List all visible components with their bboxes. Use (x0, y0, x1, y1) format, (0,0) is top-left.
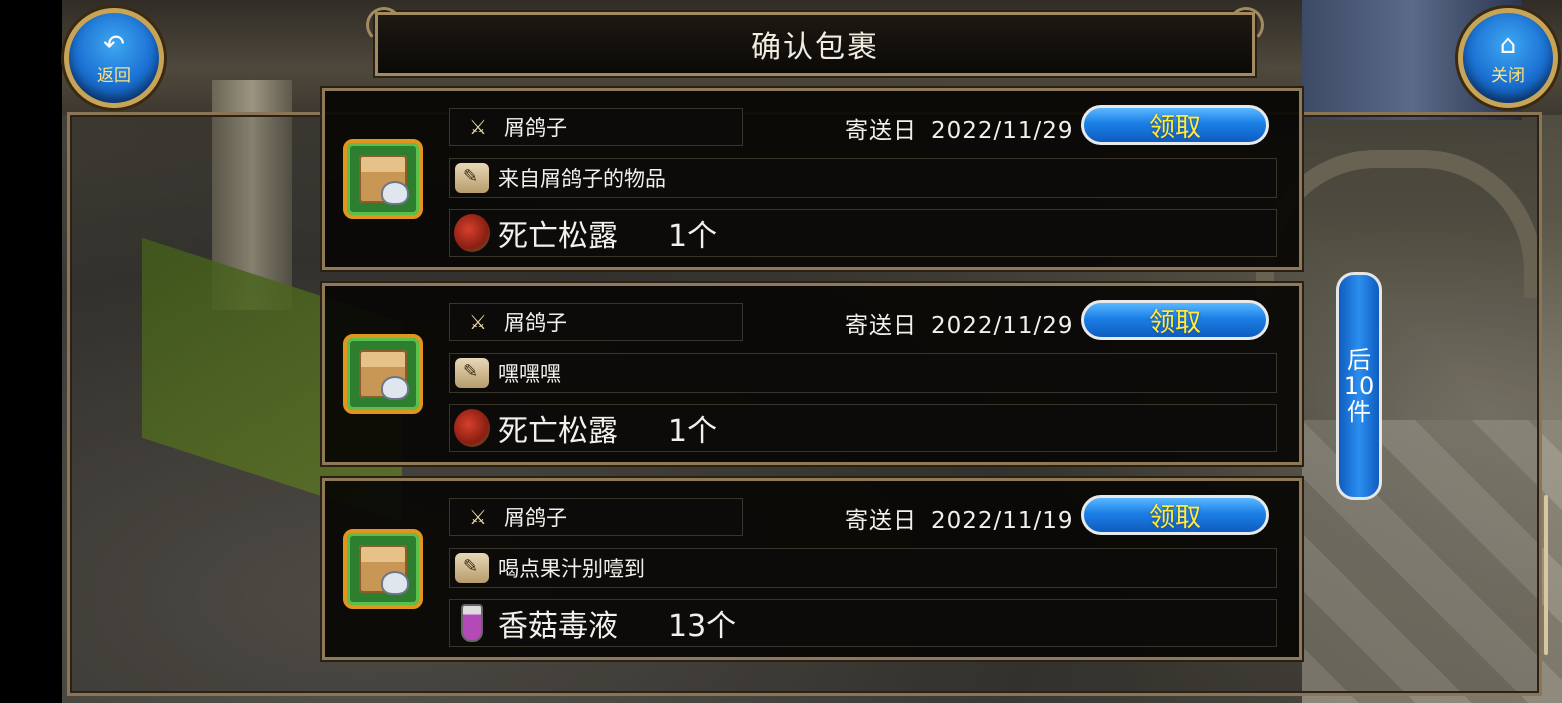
package-icon[interactable] (343, 139, 423, 219)
next-page-button[interactable]: 后 10 件 (1336, 272, 1382, 500)
page-title: 确认包裹 (751, 30, 879, 65)
ornament-left (366, 7, 402, 43)
send-date: 寄送日 2022/11/29 (845, 306, 1074, 340)
claim-button[interactable]: 领取 (1081, 495, 1269, 535)
send-date-value: 2022/11/29 (931, 118, 1074, 144)
message-field: 喝点果汁别噎到 (449, 548, 1277, 588)
mail-card: ⚔ 屑鸽子 寄送日 2022/11/29 领取 嘿嘿嘿 死亡松露 1个 (320, 281, 1304, 467)
cat-sticker-icon (381, 376, 409, 400)
sword-icon: ⚔ (469, 505, 487, 529)
potion-vial-icon (454, 604, 490, 642)
item-name: 死亡松露 (498, 414, 618, 449)
scroll-icon (454, 552, 490, 584)
item-field: 死亡松露 1个 (449, 404, 1277, 452)
sender-name: 屑鸽子 (504, 311, 567, 335)
message-text: 喝点果汁别噎到 (498, 557, 645, 581)
sender-field: ⚔ 屑鸽子 (449, 498, 743, 536)
item-field: 香菇毒液 13个 (449, 599, 1277, 647)
mail-card: ⚔ 屑鸽子 寄送日 2022/11/29 领取 来自屑鸽子的物品 死亡松露 1个 (320, 86, 1304, 272)
sword-icon: ⚔ (469, 115, 487, 139)
message-field: 来自屑鸽子的物品 (449, 158, 1277, 198)
scrollbar[interactable] (1544, 495, 1548, 655)
item-quantity: 13个 (668, 609, 737, 644)
item-name: 死亡松露 (498, 219, 618, 254)
sender-name: 屑鸽子 (504, 506, 567, 530)
ornament-right (1228, 7, 1264, 43)
sword-icon: ⚔ (469, 310, 487, 334)
package-icon[interactable] (343, 529, 423, 609)
home-icon: ⌂ (1499, 29, 1517, 60)
sender-field: ⚔ 屑鸽子 (449, 108, 743, 146)
back-arrow-icon: ↶ (103, 29, 125, 60)
scroll-icon (454, 162, 490, 194)
sender-field: ⚔ 屑鸽子 (449, 303, 743, 341)
truffle-icon (454, 214, 490, 252)
package-icon[interactable] (343, 334, 423, 414)
claim-button[interactable]: 领取 (1081, 300, 1269, 340)
item-quantity: 1个 (668, 219, 718, 254)
message-field: 嘿嘿嘿 (449, 353, 1277, 393)
scroll-icon (454, 357, 490, 389)
truffle-icon (454, 409, 490, 447)
close-button[interactable]: ⌂ 关闭 (1458, 8, 1558, 108)
cat-sticker-icon (381, 181, 409, 205)
page-title-bar: 确认包裹 (366, 7, 1264, 78)
claim-button[interactable]: 领取 (1081, 105, 1269, 145)
back-button-label: 返回 (97, 65, 131, 86)
send-date-value: 2022/11/19 (931, 508, 1074, 534)
close-button-label: 关闭 (1491, 65, 1525, 86)
message-text: 来自屑鸽子的物品 (498, 167, 666, 191)
item-field: 死亡松露 1个 (449, 209, 1277, 257)
mail-card: ⚔ 屑鸽子 寄送日 2022/11/19 领取 喝点果汁别噎到 香菇毒液 13个 (320, 476, 1304, 662)
item-quantity: 1个 (668, 414, 718, 449)
send-date: 寄送日 2022/11/29 (845, 111, 1074, 145)
cat-sticker-icon (381, 571, 409, 595)
send-date-label: 寄送日 (845, 313, 917, 339)
send-date-label: 寄送日 (845, 118, 917, 144)
sender-name: 屑鸽子 (504, 116, 567, 140)
message-text: 嘿嘿嘿 (498, 362, 561, 386)
send-date-label: 寄送日 (845, 508, 917, 534)
back-button[interactable]: ↶ 返回 (64, 8, 164, 108)
next-page-label: 后 10 件 (1343, 346, 1375, 426)
send-date-value: 2022/11/29 (931, 313, 1074, 339)
item-name: 香菇毒液 (498, 609, 618, 644)
send-date: 寄送日 2022/11/19 (845, 501, 1074, 535)
